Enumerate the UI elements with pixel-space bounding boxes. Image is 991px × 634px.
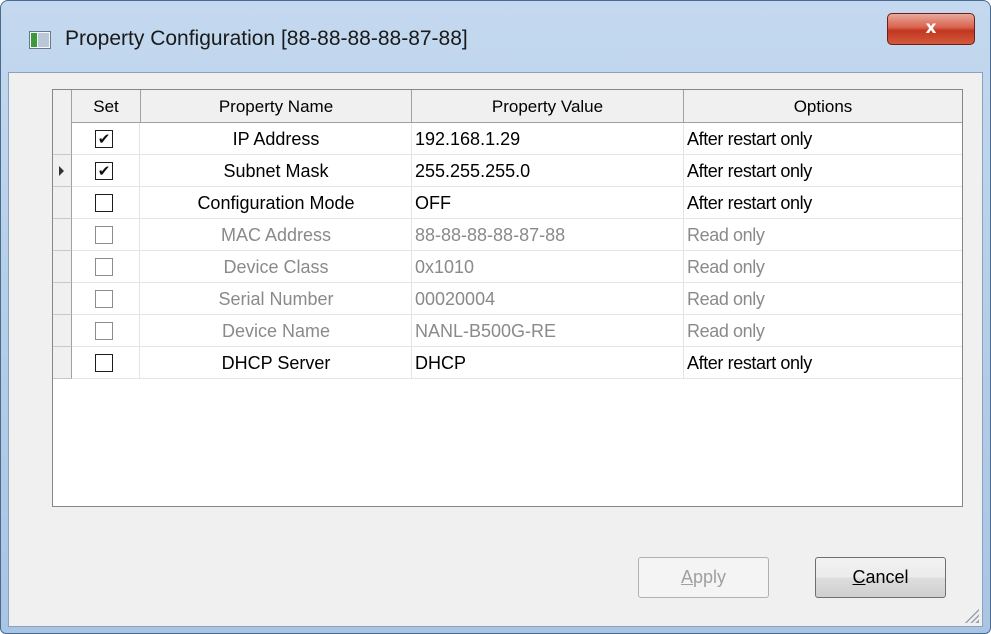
table-row[interactable]: Device Class 0x1010 Read only — [53, 251, 962, 283]
set-checkbox[interactable]: ✔ — [95, 130, 113, 148]
set-checkbox[interactable] — [95, 226, 113, 244]
set-cell — [72, 251, 140, 283]
apply-button[interactable]: Apply — [638, 557, 769, 598]
options-cell[interactable]: Read only — [684, 283, 962, 315]
row-header[interactable] — [53, 283, 72, 315]
set-checkbox[interactable]: ✔ — [95, 162, 113, 180]
options-cell[interactable]: Read only — [684, 219, 962, 251]
property-name-cell[interactable]: Serial Number — [141, 283, 412, 315]
set-checkbox[interactable] — [95, 290, 113, 308]
set-cell — [72, 283, 140, 315]
column-header-property-value[interactable]: Property Value — [412, 90, 684, 123]
property-name-cell[interactable]: DHCP Server — [141, 347, 412, 379]
column-header-options[interactable]: Options — [684, 90, 962, 123]
app-window-icon — [29, 31, 51, 49]
table-row[interactable]: Serial Number 00020004 Read only — [53, 283, 962, 315]
close-icon: x — [925, 18, 937, 38]
property-grid[interactable]: Set Property Name Property Value Options… — [52, 89, 963, 507]
close-button[interactable]: x — [887, 13, 975, 45]
table-row[interactable]: DHCP Server DHCP After restart only — [53, 347, 962, 379]
property-name-cell[interactable]: Device Class — [141, 251, 412, 283]
property-value-cell[interactable]: 255.255.255.0 — [412, 155, 684, 187]
title-bar[interactable]: Property Configuration [88-88-88-88-87-8… — [1, 1, 990, 73]
window-title: Property Configuration [88-88-88-88-87-8… — [65, 27, 468, 50]
row-header[interactable] — [53, 123, 72, 155]
row-header[interactable] — [53, 219, 72, 251]
table-row[interactable]: MAC Address 88-88-88-88-87-88 Read only — [53, 219, 962, 251]
set-cell — [72, 187, 140, 219]
property-name-cell[interactable]: Device Name — [141, 315, 412, 347]
row-header[interactable] — [53, 347, 72, 379]
property-value-cell[interactable]: DHCP — [412, 347, 684, 379]
property-name-cell[interactable]: Configuration Mode — [141, 187, 412, 219]
row-header[interactable] — [53, 251, 72, 283]
set-checkbox[interactable] — [95, 322, 113, 340]
column-header-set[interactable]: Set — [72, 90, 141, 123]
table-row[interactable]: Configuration Mode OFF After restart only — [53, 187, 962, 219]
property-name-cell[interactable]: Subnet Mask — [141, 155, 412, 187]
set-checkbox[interactable] — [95, 354, 113, 372]
dialog-client-area: Set Property Name Property Value Options… — [8, 72, 983, 627]
property-configuration-window: Property Configuration [88-88-88-88-87-8… — [0, 0, 991, 634]
current-row-arrow-icon — [59, 166, 64, 176]
property-value-cell[interactable]: 88-88-88-88-87-88 — [412, 219, 684, 251]
property-value-cell[interactable]: 192.168.1.29 — [412, 123, 684, 155]
table-row[interactable]: Device Name NANL-B500G-RE Read only — [53, 315, 962, 347]
grid-header: Set Property Name Property Value Options — [53, 90, 962, 123]
set-cell — [72, 219, 140, 251]
resize-grip-icon[interactable] — [963, 607, 979, 623]
table-row[interactable]: ✔ Subnet Mask 255.255.255.0 After restart o… — [53, 155, 962, 187]
table-row[interactable]: ✔ IP Address 192.168.1.29 After restart onl… — [53, 123, 962, 155]
set-checkbox[interactable] — [95, 258, 113, 276]
row-header[interactable] — [53, 155, 72, 187]
property-name-cell[interactable]: IP Address — [141, 123, 412, 155]
options-cell[interactable]: After restart only — [684, 155, 962, 187]
set-cell — [72, 315, 140, 347]
property-name-cell[interactable]: MAC Address — [141, 219, 412, 251]
row-header[interactable] — [53, 315, 72, 347]
options-cell[interactable]: Read only — [684, 251, 962, 283]
row-header[interactable] — [53, 187, 72, 219]
options-cell[interactable]: After restart only — [684, 347, 962, 379]
set-checkbox[interactable] — [95, 194, 113, 212]
property-value-cell[interactable]: OFF — [412, 187, 684, 219]
property-value-cell[interactable]: 00020004 — [412, 283, 684, 315]
set-cell — [72, 347, 140, 379]
header-corner[interactable] — [53, 90, 72, 123]
options-cell[interactable]: After restart only — [684, 187, 962, 219]
options-cell[interactable]: Read only — [684, 315, 962, 347]
column-header-property-name[interactable]: Property Name — [141, 90, 412, 123]
set-cell: ✔ — [72, 155, 140, 187]
options-cell[interactable]: After restart only — [684, 123, 962, 155]
set-cell: ✔ — [72, 123, 140, 155]
cancel-button[interactable]: Cancel — [815, 557, 946, 598]
property-value-cell[interactable]: NANL-B500G-RE — [412, 315, 684, 347]
property-value-cell[interactable]: 0x1010 — [412, 251, 684, 283]
